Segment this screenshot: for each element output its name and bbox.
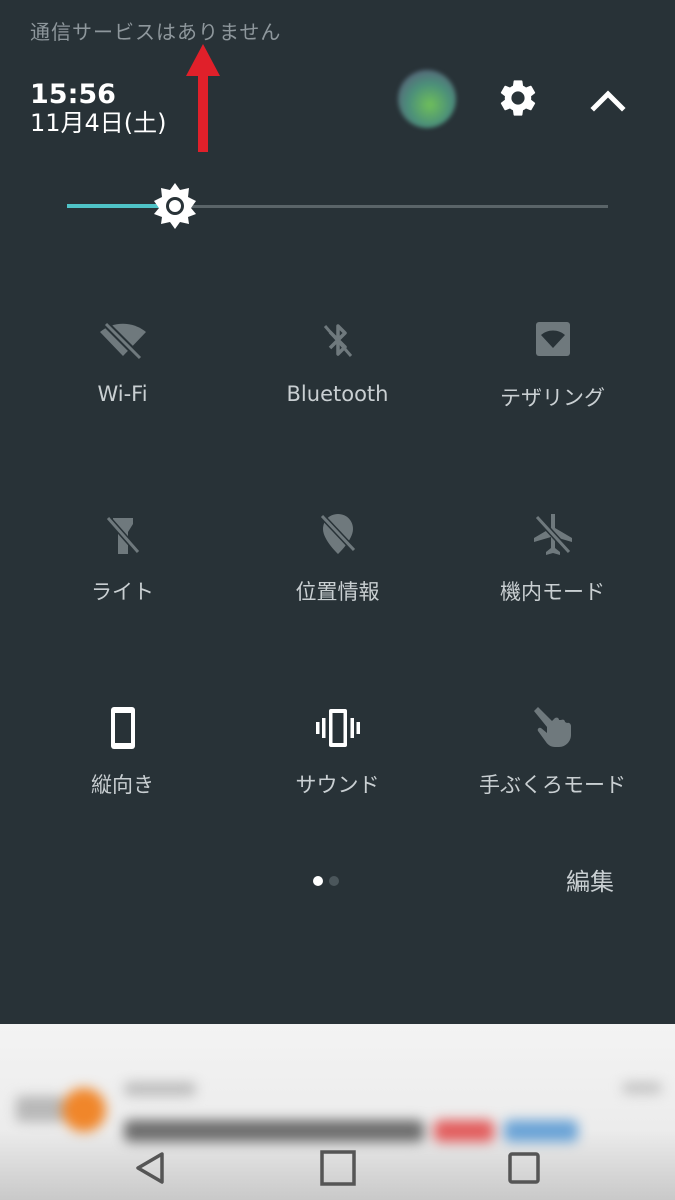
tile-label: テザリング <box>500 386 605 410</box>
clock-time: 15:56 <box>30 79 116 110</box>
carrier-status-text: 通信サービスはありません <box>30 20 282 44</box>
page-indicator <box>313 876 353 888</box>
tile-sound[interactable]: サウンド <box>225 703 450 833</box>
notification-logo <box>16 1096 64 1122</box>
notification-time <box>622 1082 662 1094</box>
tile-flashlight[interactable]: ライト <box>10 510 235 640</box>
navigation-bar <box>0 1140 675 1200</box>
notification-shade: 通信サービスはありません 15:56 11月4日(土) Wi-Fi Blueto… <box>0 0 675 1200</box>
portrait-icon <box>111 707 135 749</box>
tile-label: サウンド <box>295 773 380 797</box>
settings-gear-icon[interactable] <box>496 76 540 120</box>
user-avatar[interactable] <box>398 70 456 128</box>
brightness-sun-icon[interactable] <box>151 182 199 230</box>
tile-glove-mode[interactable]: 手ぶくろモード <box>440 703 665 833</box>
tile-location[interactable]: 位置情報 <box>225 510 450 640</box>
notification-app-name <box>124 1082 196 1096</box>
recents-square-icon[interactable] <box>502 1146 546 1190</box>
home-square-icon[interactable] <box>316 1146 360 1190</box>
page-dot <box>329 876 339 886</box>
red-arrow-annotation <box>186 44 220 152</box>
tile-label: Bluetooth <box>286 382 389 406</box>
flashlight-off-icon <box>105 516 141 554</box>
tethering-icon <box>536 322 570 356</box>
glove-icon <box>534 707 571 747</box>
vibrate-icon <box>316 709 360 747</box>
wifi-off-icon <box>100 321 146 361</box>
notification-app-icon <box>62 1088 106 1132</box>
tile-wifi[interactable]: Wi-Fi <box>10 316 235 446</box>
tile-label: Wi-Fi <box>97 382 148 406</box>
back-triangle-icon[interactable] <box>128 1146 172 1190</box>
bluetooth-off-icon <box>323 324 353 357</box>
brightness-slider[interactable] <box>67 174 608 238</box>
tile-orientation[interactable]: 縦向き <box>10 703 235 833</box>
clock-date[interactable]: 11月4日(土) <box>30 108 167 138</box>
notification-text <box>124 1120 424 1142</box>
tile-label: ライト <box>91 580 154 604</box>
airplane-off-icon <box>534 514 572 555</box>
tile-label: 位置情報 <box>295 580 380 604</box>
location-off-icon <box>319 513 357 554</box>
tile-airplane-mode[interactable]: 機内モード <box>440 510 665 640</box>
notification-text-link <box>504 1120 578 1142</box>
collapse-chevron-up-icon[interactable] <box>588 82 628 116</box>
edit-button[interactable]: 編集 <box>566 862 614 897</box>
tile-bluetooth[interactable]: Bluetooth <box>225 316 450 446</box>
tile-label: 手ぶくろモード <box>479 773 626 797</box>
notification-text-highlight <box>434 1120 494 1142</box>
tile-label: 機内モード <box>500 580 605 604</box>
page-dot-active <box>313 876 323 886</box>
tile-tethering[interactable]: テザリング <box>440 316 665 446</box>
tile-label: 縦向き <box>91 773 154 797</box>
